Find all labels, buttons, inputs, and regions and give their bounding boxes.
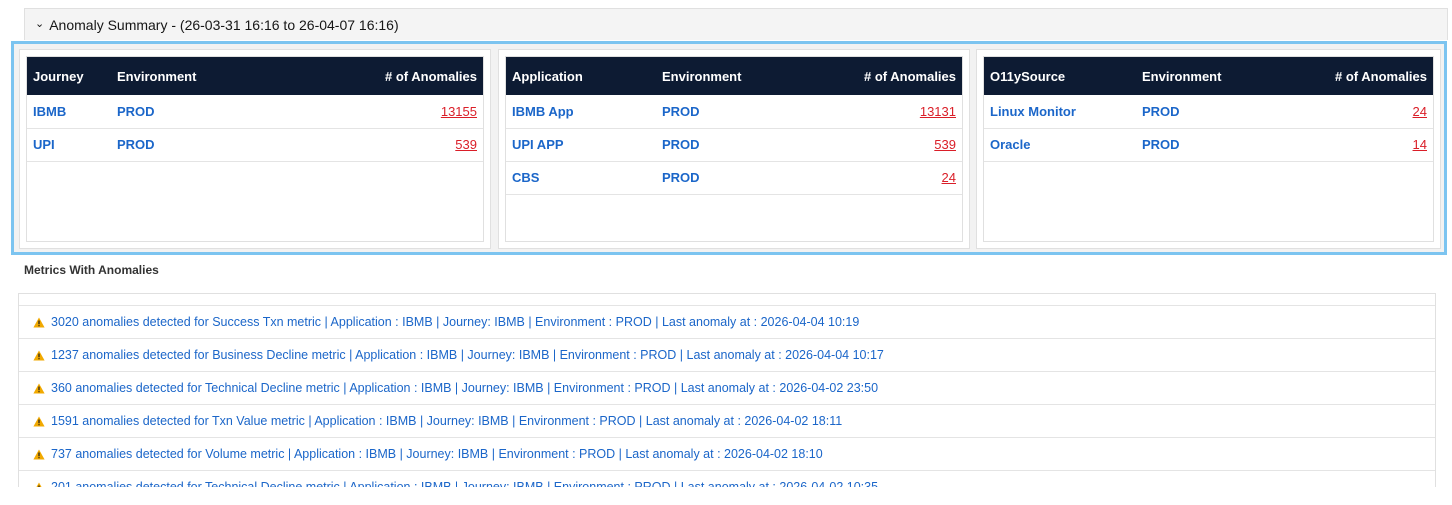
list-item[interactable]: 1591 anomalies detected for Txn Value me…: [19, 405, 1435, 438]
environment-name: PROD: [111, 95, 286, 129]
bottom-edge: [0, 489, 1452, 505]
application-name[interactable]: IBMB App: [506, 95, 656, 129]
list-item[interactable]: 737 anomalies detected for Volume metric…: [19, 438, 1435, 471]
column-header-environment: Environment: [111, 57, 286, 95]
environment-name: PROD: [1136, 128, 1275, 162]
metric-anomaly-text[interactable]: 360 anomalies detected for Technical Dec…: [51, 381, 878, 395]
anomaly-count-link[interactable]: 24: [1413, 104, 1427, 119]
list-spacer: [19, 294, 1435, 306]
o11ysource-table: O11ySource Environment # of Anomalies Li…: [984, 57, 1433, 162]
column-header-anomalies: # of Anomalies: [1274, 57, 1433, 95]
column-header-journey: Journey: [27, 57, 111, 95]
column-header-anomalies: # of Anomalies: [799, 57, 962, 95]
warning-icon: [33, 416, 45, 426]
list-item[interactable]: 201 anomalies detected for Technical Dec…: [19, 471, 1435, 487]
column-header-environment: Environment: [656, 57, 800, 95]
table-row[interactable]: UPI PROD 539: [27, 128, 483, 162]
source-name[interactable]: Oracle: [984, 128, 1136, 162]
journey-table: Journey Environment # of Anomalies IBMB …: [27, 57, 483, 162]
source-name[interactable]: Linux Monitor: [984, 95, 1136, 129]
table-row[interactable]: CBS PROD 24: [506, 161, 962, 195]
list-item[interactable]: 1237 anomalies detected for Business Dec…: [19, 339, 1435, 372]
list-item[interactable]: 360 anomalies detected for Technical Dec…: [19, 372, 1435, 405]
table-row[interactable]: IBMB PROD 13155: [27, 95, 483, 129]
column-header-o11ysource: O11ySource: [984, 57, 1136, 95]
application-table: Application Environment # of Anomalies I…: [506, 57, 962, 195]
list-item[interactable]: 3020 anomalies detected for Success Txn …: [19, 306, 1435, 339]
anomaly-count-link[interactable]: 24: [942, 170, 956, 185]
application-name[interactable]: CBS: [506, 161, 656, 195]
environment-name: PROD: [1136, 95, 1275, 129]
warning-icon: [33, 350, 45, 360]
journey-name[interactable]: IBMB: [27, 95, 111, 129]
anomaly-count-link[interactable]: 539: [934, 137, 956, 152]
column-header-environment: Environment: [1136, 57, 1275, 95]
environment-name: PROD: [111, 128, 286, 162]
environment-name: PROD: [656, 161, 800, 195]
anomaly-summary-header[interactable]: ⌄ Anomaly Summary - (26-03-31 16:16 to 2…: [24, 8, 1448, 40]
metric-anomaly-text[interactable]: 1237 anomalies detected for Business Dec…: [51, 348, 884, 362]
column-header-anomalies: # of Anomalies: [285, 57, 483, 95]
anomaly-count-link[interactable]: 539: [455, 137, 477, 152]
table-row[interactable]: Oracle PROD 14: [984, 128, 1433, 162]
o11ysource-panel: O11ySource Environment # of Anomalies Li…: [976, 49, 1441, 249]
metrics-with-anomalies-title: Metrics With Anomalies: [24, 263, 159, 277]
anomaly-count-link[interactable]: 13131: [920, 104, 956, 119]
environment-name: PROD: [656, 128, 800, 162]
warning-icon: [36, 482, 42, 487]
table-header-row: Application Environment # of Anomalies: [506, 57, 962, 95]
table-row[interactable]: Linux Monitor PROD 24: [984, 95, 1433, 129]
table-header-row: Journey Environment # of Anomalies: [27, 57, 483, 95]
application-panel: Application Environment # of Anomalies I…: [498, 49, 970, 249]
table-row[interactable]: UPI APP PROD 539: [506, 128, 962, 162]
anomaly-count-link[interactable]: 13155: [441, 104, 477, 119]
metrics-list: 3020 anomalies detected for Success Txn …: [18, 293, 1436, 487]
warning-icon: [33, 317, 45, 327]
metric-anomaly-text[interactable]: 201 anomalies detected for Technical Dec…: [51, 480, 878, 487]
anomaly-summary-panel: Journey Environment # of Anomalies IBMB …: [11, 41, 1447, 255]
journey-panel: Journey Environment # of Anomalies IBMB …: [19, 49, 491, 249]
table-header-row: O11ySource Environment # of Anomalies: [984, 57, 1433, 95]
warning-icon: [33, 383, 45, 393]
chevron-down-icon: ⌄: [35, 18, 45, 30]
column-header-application: Application: [506, 57, 656, 95]
environment-name: PROD: [656, 95, 800, 129]
journey-name[interactable]: UPI: [27, 128, 111, 162]
warning-icon: [33, 449, 45, 459]
application-name[interactable]: UPI APP: [506, 128, 656, 162]
table-row[interactable]: IBMB App PROD 13131: [506, 95, 962, 129]
anomaly-count-link[interactable]: 14: [1413, 137, 1427, 152]
metric-anomaly-text[interactable]: 737 anomalies detected for Volume metric…: [51, 447, 823, 461]
metric-anomaly-text[interactable]: 1591 anomalies detected for Txn Value me…: [51, 414, 842, 428]
anomaly-summary-title: Anomaly Summary - (26-03-31 16:16 to 26-…: [49, 16, 399, 33]
metric-anomaly-text[interactable]: 3020 anomalies detected for Success Txn …: [51, 315, 859, 329]
